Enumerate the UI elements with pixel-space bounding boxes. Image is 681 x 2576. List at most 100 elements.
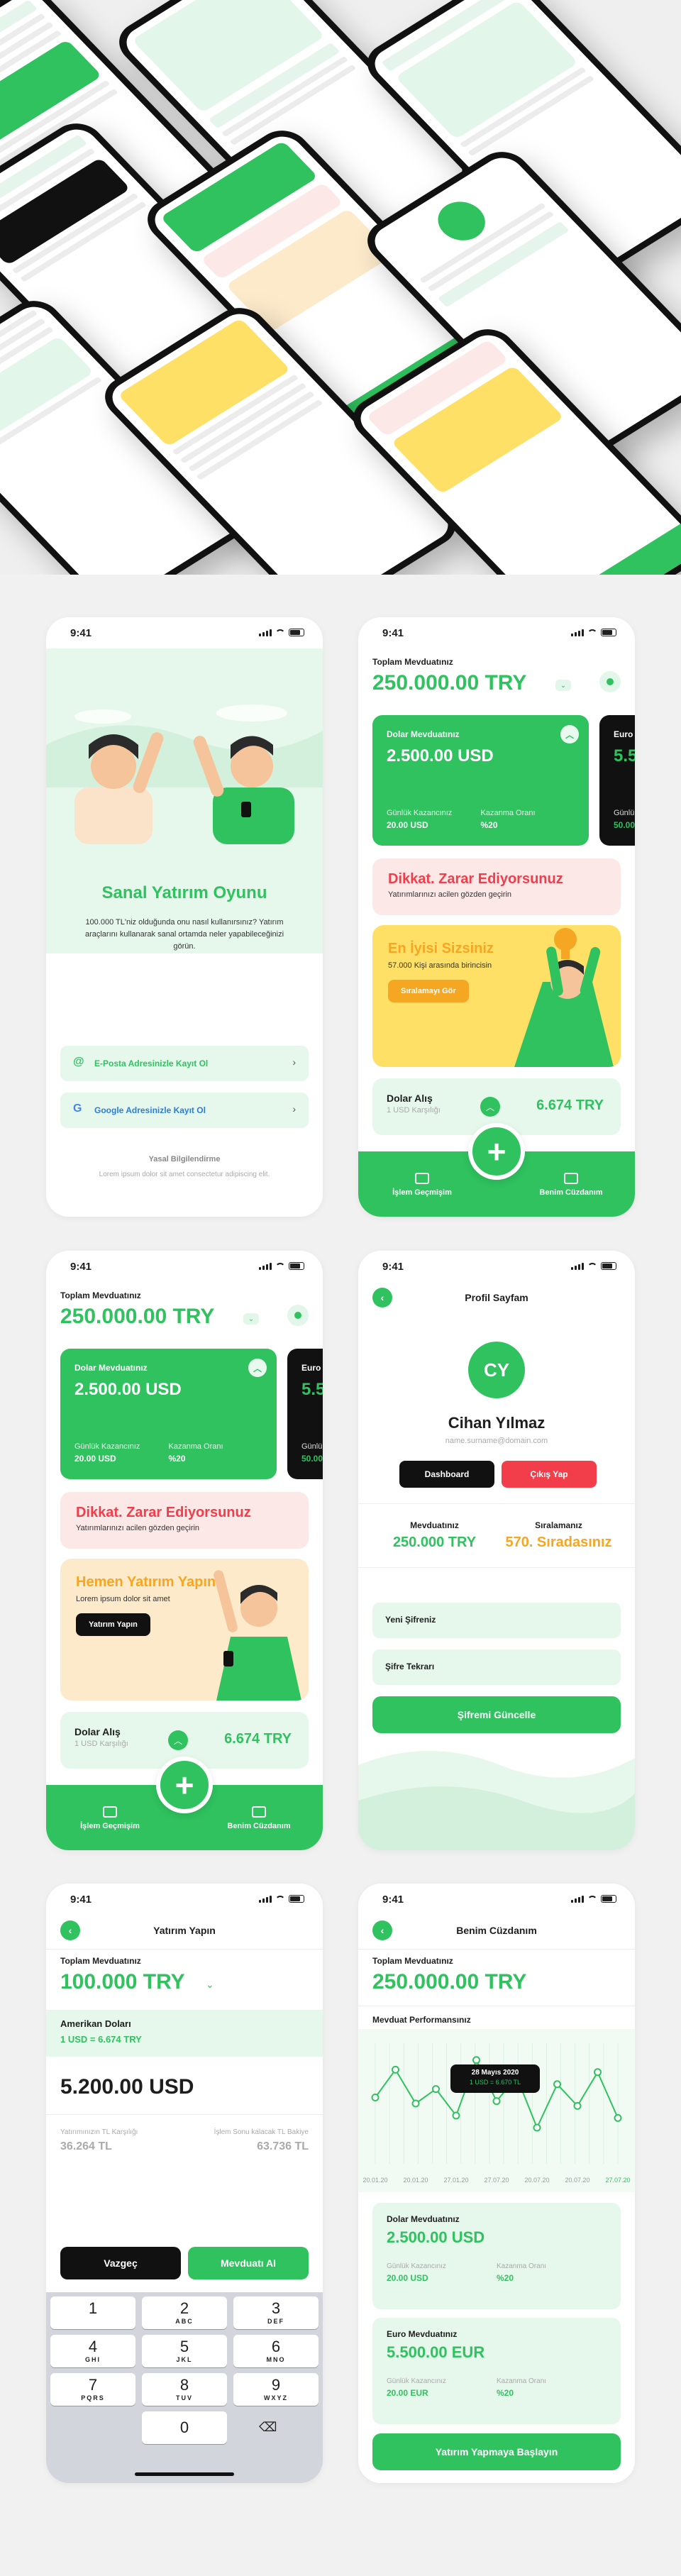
key-1[interactable]: 1 [50, 2296, 135, 2329]
key-digit: 1 [88, 2299, 98, 2317]
key-letters: GHI [84, 2356, 101, 2363]
add-investment-button[interactable]: + [156, 1757, 213, 1813]
update-password-button[interactable]: Şifremi Güncelle [372, 1696, 621, 1733]
new-password-input[interactable]: Yeni Şifreniz [372, 1603, 621, 1638]
usd-card-title: Dolar Mevduatınız [74, 1363, 148, 1373]
chart-point[interactable] [492, 2097, 501, 2106]
chart-point[interactable] [594, 2068, 602, 2077]
eur-gain-value: 50.00 [614, 820, 635, 830]
chart-x-tick-label: 20.01.20 [362, 2177, 387, 2184]
signal-icon [259, 1263, 272, 1270]
chart-point[interactable] [472, 2056, 480, 2064]
performance-chart[interactable]: 20.01.20 20.01.20 27.01.20 27.07.20 20.07.20… [358, 2029, 635, 2192]
chevron-right-icon: › [292, 1103, 296, 1115]
wallet-icon [252, 1806, 266, 1818]
cancel-button[interactable]: Vazgeç [60, 2247, 181, 2279]
wallet-screen: 9:41 ‹ Benim Cüzdanım Toplam Mevduatınız… [358, 1884, 635, 2483]
status-bar: 9:41 [46, 1251, 323, 1282]
profile-screen: 9:41 ‹ Profil Sayfam CY Cihan Yılmaz nam… [358, 1251, 635, 1850]
logout-button[interactable]: Çıkış Yap [502, 1461, 597, 1488]
google-signup-button[interactable]: G Google Adresinizle Kayıt Ol › [60, 1093, 309, 1128]
status-time: 9:41 [382, 627, 404, 639]
eur-gain-label: Günlük [614, 809, 635, 817]
eur-deposit-card[interactable]: Euro Me 5.50 Günlük 50.00 [287, 1349, 323, 1479]
chart-point[interactable] [392, 2065, 399, 2074]
key-0[interactable]: 0 [142, 2411, 227, 2444]
chart-point[interactable] [371, 2094, 380, 2101]
chevron-down-icon[interactable]: ⌄ [243, 1313, 259, 1325]
key-6[interactable]: 6 MNO [233, 2335, 319, 2367]
profile-icon[interactable] [287, 1305, 309, 1326]
total-deposit-label: Toplam Mevduatınız [372, 657, 453, 667]
chart-point[interactable] [452, 2111, 460, 2120]
eur-gain-label: Günlük [301, 1442, 323, 1451]
trend-up-icon: ︿ [480, 1097, 500, 1117]
dashboard-button[interactable]: Dashboard [399, 1461, 494, 1488]
see-ranking-button[interactable]: Sıralamayı Gör [388, 980, 469, 1002]
chevron-down-icon[interactable]: ⌄ [555, 680, 571, 691]
dashboard-screen-variant: 9:41 Toplam Mevduatınız 250.000.00 TRY ⌄… [46, 1251, 323, 1850]
email-signup-button[interactable]: @ E-Posta Adresinizle Kayıt Ol › [60, 1046, 309, 1081]
equivalent-value: 36.264 TL [60, 2140, 112, 2152]
usd-deposit-card[interactable]: Dolar Mevduatınız 2.500.00 USD ︿ Günlük … [372, 715, 589, 846]
google-signup-label: Google Adresinizle Kayıt Ol [94, 1105, 206, 1115]
invest-now-button[interactable]: Yatırım Yapın [76, 1613, 150, 1636]
chart-point[interactable] [432, 2085, 440, 2094]
eur-wallet-card[interactable]: Euro Mevduatınız 5.500.00 EUR Günlük Kaz… [372, 2318, 621, 2424]
usd-wallet-title: Dolar Mevduatınız [387, 2214, 460, 2224]
key-7[interactable]: 7 PQRS [50, 2373, 135, 2406]
profile-email: name.surname@domain.com [445, 1437, 548, 1445]
nav-wallet[interactable]: Benim Cüzdanım [521, 1173, 621, 1197]
eur-gain-value: 50.00 [301, 1454, 323, 1464]
usd-wallet-card[interactable]: Dolar Mevduatınız 2.500.00 USD Günlük Ka… [372, 2203, 621, 2309]
key-5[interactable]: 5 JKL [142, 2335, 227, 2367]
wifi-icon [587, 1263, 597, 1270]
key-9[interactable]: 9 WXYZ [233, 2373, 319, 2406]
repeat-password-input[interactable]: Şifre Tekrarı [372, 1649, 621, 1685]
chart-point[interactable] [573, 2101, 582, 2110]
chart-x-tick-label: 20.07.20 [565, 2177, 589, 2184]
nav-history[interactable]: İşlem Geçmişim [60, 1806, 160, 1830]
invest-screen: 9:41 ‹ Yatırım Yapın Toplam Mevduatınız … [46, 1884, 323, 2483]
chevron-up-icon[interactable]: ︿ [248, 1359, 267, 1377]
start-investing-button[interactable]: Yatırım Yapmaya Başlayın [372, 2433, 621, 2470]
rate-value: 6.674 TRY [536, 1098, 604, 1113]
key-2[interactable]: 2 ABC [142, 2296, 227, 2329]
buy-button[interactable]: Mevduatı Al [188, 2247, 309, 2279]
equivalent-label: Yatırımınızın TL Karşılığı [60, 2128, 138, 2136]
backspace-icon[interactable]: ⌫ [259, 2420, 277, 2435]
nav-wallet[interactable]: Benim Cüzdanım [209, 1806, 309, 1830]
key-digit: 9 [271, 2376, 281, 2394]
eur-wallet-gain-value: 20.00 EUR [387, 2388, 428, 2398]
hero-mockup-collage [0, 0, 681, 575]
eur-deposit-card[interactable]: Euro Me 5.50 Günlük 50.00 [599, 715, 635, 846]
profile-icon[interactable] [599, 671, 621, 692]
key-3[interactable]: 3 DEF [233, 2296, 319, 2329]
add-investment-button[interactable]: + [468, 1123, 525, 1180]
amount-input[interactable]: 5.200.00 USD [60, 2075, 194, 2099]
status-time: 9:41 [70, 1261, 92, 1273]
chart-point[interactable] [533, 2123, 541, 2132]
page-title: Profil Sayfam [465, 1292, 528, 1303]
chart-point[interactable] [614, 2113, 622, 2122]
loss-warning-card[interactable]: Dikkat. Zarar Ediyorsunuz Yatırımlarınız… [60, 1492, 309, 1549]
loss-warning-card[interactable]: Dikkat. Zarar Ediyorsunuz Yatırımlarınız… [372, 858, 621, 915]
dashboard-screen: 9:41 Toplam Mevduatınız 250.000.00 TRY ⌄… [358, 617, 635, 1217]
nav-history[interactable]: İşlem Geçmişim [372, 1173, 472, 1197]
chart-point[interactable] [411, 2099, 420, 2108]
status-bar: 9:41 [358, 1884, 635, 1915]
battery-icon [601, 1262, 616, 1270]
chevron-down-icon[interactable]: ⌄ [206, 1979, 214, 1991]
chevron-up-icon[interactable]: ︿ [560, 725, 579, 743]
key-4[interactable]: 4 GHI [50, 2335, 135, 2367]
key-8[interactable]: 8 TUV [142, 2373, 227, 2406]
signal-icon [571, 1896, 584, 1903]
chart-point[interactable] [553, 2080, 561, 2089]
legal-title-link[interactable]: Yasal Bilgilendirme [46, 1155, 323, 1163]
onboarding-description: 100.000 TL'niz olduğunda onu nasıl kulla… [84, 918, 284, 951]
currency-selector[interactable]: Amerikan Doları 1 USD = 6.674 TRY [46, 2010, 323, 2057]
usd-deposit-card[interactable]: Dolar Mevduatınız 2.500.00 USD ︿ Günlük … [60, 1349, 277, 1479]
trophy-winner-illustration [514, 928, 614, 1067]
total-deposit-label: Toplam Mevduatınız [372, 1956, 453, 1966]
status-time: 9:41 [382, 1894, 404, 1906]
